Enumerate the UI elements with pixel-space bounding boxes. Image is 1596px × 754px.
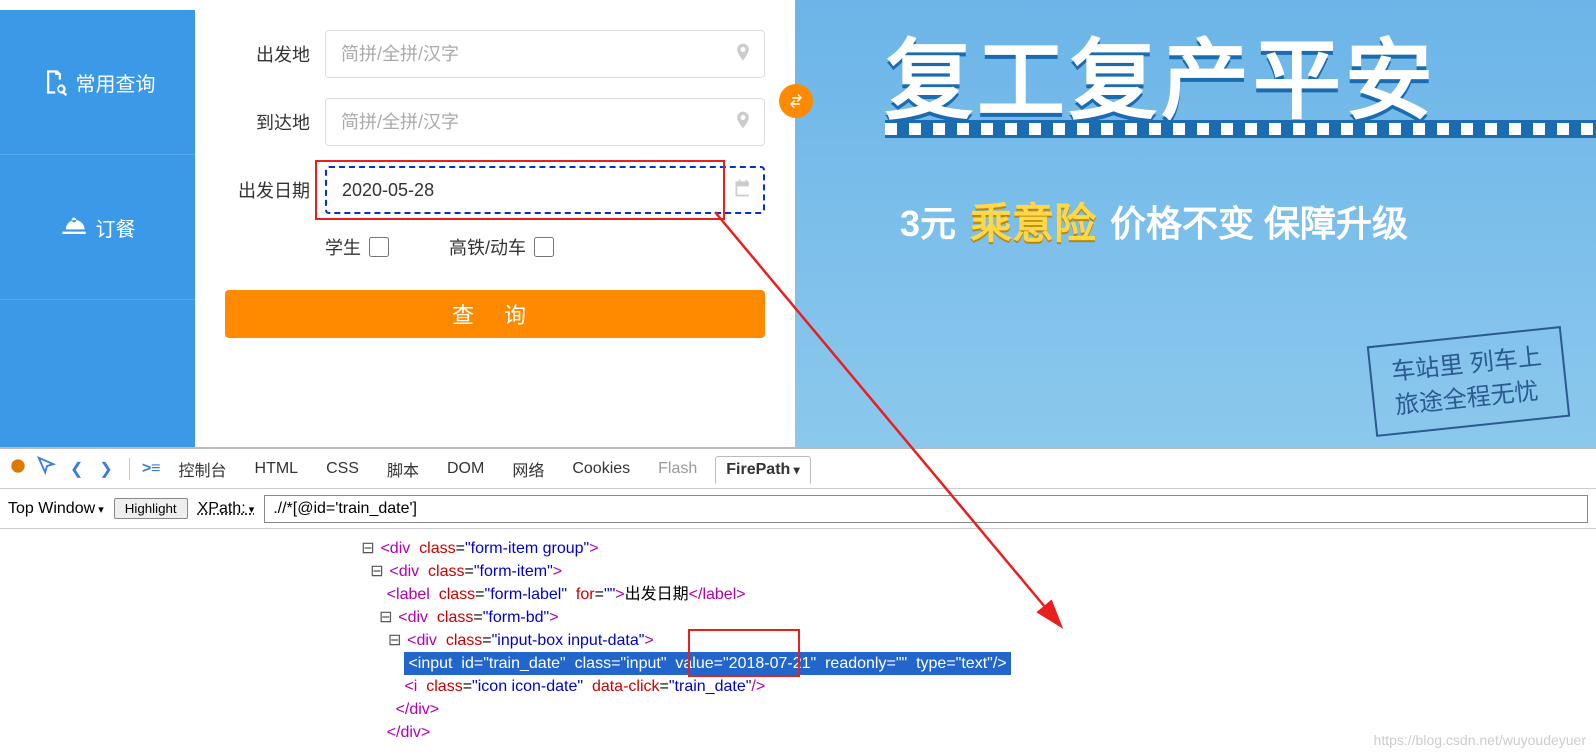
banner-rest: 价格不变 保障升级 bbox=[1110, 195, 1408, 247]
from-input[interactable] bbox=[325, 30, 765, 78]
sidebar-label: 订餐 bbox=[96, 213, 136, 242]
sidebar: 常用查询 订餐 bbox=[0, 0, 195, 447]
to-row: 到达地 bbox=[225, 98, 765, 146]
banner-title: 复工复产平安 bbox=[885, 10, 1437, 137]
topwindow-dropdown[interactable]: Top Window bbox=[8, 500, 104, 518]
film-strip bbox=[885, 120, 1596, 138]
banner-subtitle: 3元 乘意险 价格不变 保障升级 bbox=[900, 190, 1408, 251]
tab-flash[interactable]: Flash bbox=[648, 456, 707, 482]
sidebar-item-meal[interactable]: 订餐 bbox=[0, 155, 195, 300]
source-line[interactable]: ⊟ <div class="input-box input-data"> bbox=[360, 629, 1596, 652]
tab-cookies[interactable]: Cookies bbox=[562, 456, 640, 482]
banner-card: 车站里 列车上 旅途全程无忧 bbox=[1367, 326, 1570, 437]
to-label: 到达地 bbox=[225, 109, 310, 135]
highlight-button[interactable]: Highlight bbox=[114, 498, 188, 519]
source-line[interactable]: <i class="icon icon-date" data-click="tr… bbox=[360, 675, 1596, 698]
date-label: 出发日期 bbox=[225, 177, 310, 203]
location-icon bbox=[733, 42, 753, 67]
source-tree[interactable]: ⊟ <div class="form-item group"> ⊟ <div c… bbox=[0, 529, 1596, 754]
search-form: 出发地 到达地 出发日期 学生 高铁/动车 bbox=[195, 0, 795, 447]
date-row: 出发日期 bbox=[225, 166, 765, 214]
from-label: 出发地 bbox=[225, 41, 310, 67]
location-icon bbox=[733, 110, 753, 135]
meal-icon bbox=[60, 213, 88, 241]
devtools-tabs: ❮ ❯ >≡ 控制台 HTML CSS 脚本 DOM 网络 Cookies Fl… bbox=[0, 449, 1596, 489]
checkbox-row: 学生 高铁/动车 bbox=[325, 234, 765, 260]
tab-dom[interactable]: DOM bbox=[437, 456, 494, 482]
calendar-icon bbox=[733, 178, 753, 203]
xpath-input[interactable] bbox=[264, 495, 1588, 523]
console-prompt-icon[interactable]: >≡ bbox=[142, 460, 161, 478]
tab-html[interactable]: HTML bbox=[245, 456, 309, 482]
student-checkbox[interactable] bbox=[369, 237, 389, 257]
source-line[interactable]: ⊟ <div class="form-item group"> bbox=[360, 537, 1596, 560]
banner: 复工复产平安 3元 乘意险 价格不变 保障升级 车站里 列车上 旅途全程无忧 bbox=[805, 0, 1596, 447]
clipboard-search-icon bbox=[40, 68, 68, 96]
tab-net[interactable]: 网络 bbox=[502, 453, 554, 485]
tab-script[interactable]: 脚本 bbox=[377, 453, 429, 485]
source-line[interactable]: </div> bbox=[360, 698, 1596, 721]
gaotie-check[interactable]: 高铁/动车 bbox=[449, 234, 554, 260]
forward-icon[interactable]: ❯ bbox=[95, 459, 116, 479]
tab-console[interactable]: 控制台 bbox=[169, 453, 237, 485]
to-input[interactable] bbox=[325, 98, 765, 146]
sidebar-item-top[interactable] bbox=[0, 0, 195, 10]
inspect-icon[interactable] bbox=[36, 455, 58, 482]
source-line[interactable]: ⊟ <div class="form-bd"> bbox=[360, 606, 1596, 629]
gaotie-checkbox[interactable] bbox=[534, 237, 554, 257]
from-row: 出发地 bbox=[225, 30, 765, 78]
date-input[interactable] bbox=[325, 166, 765, 214]
banner-name: 乘意险 bbox=[970, 190, 1096, 251]
devtools-panel: ❮ ❯ >≡ 控制台 HTML CSS 脚本 DOM 网络 Cookies Fl… bbox=[0, 447, 1596, 754]
student-check[interactable]: 学生 bbox=[325, 234, 389, 260]
tab-css[interactable]: CSS bbox=[316, 456, 369, 482]
swap-icon bbox=[787, 92, 805, 110]
source-line-highlighted[interactable]: <input id="train_date" class="input" val… bbox=[360, 652, 1596, 675]
source-line[interactable]: <label class="form-label" for="">出发日期</l… bbox=[360, 583, 1596, 606]
xpath-label[interactable]: XPath: bbox=[198, 500, 255, 518]
query-button[interactable]: 查 询 bbox=[225, 290, 765, 338]
back-icon[interactable]: ❮ bbox=[66, 459, 87, 479]
watermark: https://blog.csdn.net/wuyoudeyuer bbox=[1374, 732, 1586, 748]
sidebar-item-query[interactable]: 常用查询 bbox=[0, 10, 195, 155]
top-area: 常用查询 订餐 出发地 到达地 出 bbox=[0, 0, 1596, 447]
devtools-toolbar: Top Window Highlight XPath: bbox=[0, 489, 1596, 529]
sidebar-label: 常用查询 bbox=[76, 68, 156, 97]
tab-firepath[interactable]: FirePath bbox=[715, 456, 810, 484]
banner-price: 3元 bbox=[900, 195, 956, 247]
source-line[interactable]: ⊟ <div class="form-item"> bbox=[360, 560, 1596, 583]
firebug-icon[interactable] bbox=[8, 456, 28, 481]
